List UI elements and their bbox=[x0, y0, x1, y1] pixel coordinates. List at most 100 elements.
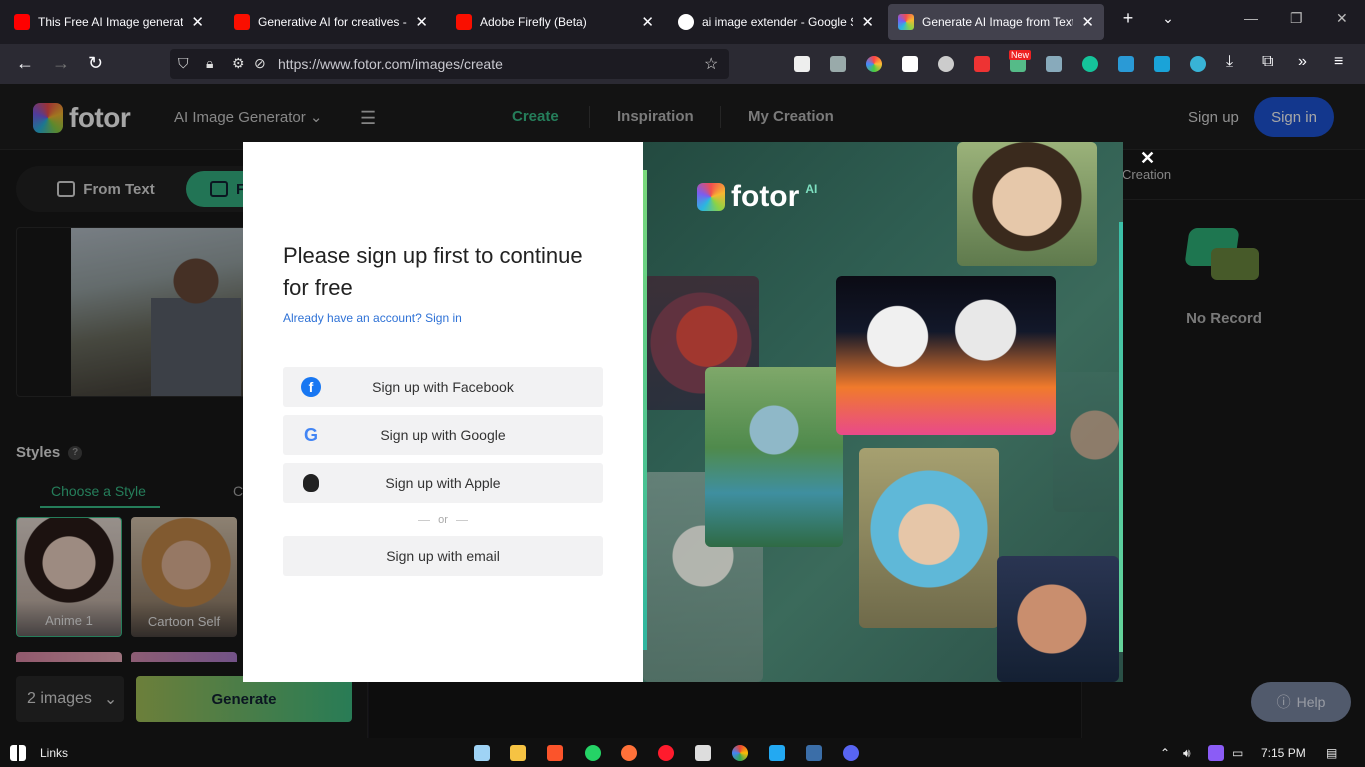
reader-off-icon[interactable]: ⊘ bbox=[254, 55, 266, 72]
neon-portrait-image bbox=[997, 556, 1119, 682]
extension-dice-icon[interactable] bbox=[1046, 56, 1062, 72]
app-icon[interactable] bbox=[806, 745, 822, 761]
close-tab-icon[interactable]: ✕ bbox=[415, 13, 428, 31]
close-tab-icon[interactable]: ✕ bbox=[1081, 13, 1094, 31]
signup-modal: Please sign up first to continue for fre… bbox=[243, 142, 1123, 682]
shield-icon[interactable]: ⛉ bbox=[178, 55, 189, 72]
tab-list-chevron-icon[interactable]: ⌄ bbox=[1154, 10, 1182, 27]
hamburger-menu-icon[interactable]: ≡ bbox=[1334, 53, 1343, 71]
sign-in-link[interactable]: Already have an account? Sign in bbox=[283, 311, 462, 325]
button-label: Sign up with Facebook bbox=[372, 379, 514, 395]
close-tab-icon[interactable]: ✕ bbox=[641, 13, 654, 31]
opera-icon[interactable] bbox=[658, 745, 674, 761]
permissions-icon[interactable]: ⚙ bbox=[232, 55, 245, 72]
vscode-icon[interactable] bbox=[769, 745, 785, 761]
blue-hair-portrait-image bbox=[859, 448, 999, 628]
google-icon: G bbox=[303, 424, 318, 445]
grammarly-icon[interactable] bbox=[1082, 56, 1098, 72]
tab-title: Generative AI for creatives - Ad bbox=[258, 15, 407, 29]
signup-form: Please sign up first to continue for fre… bbox=[243, 142, 643, 682]
network-icon[interactable]: ▭ bbox=[1232, 746, 1243, 760]
tab-title: ai image extender - Google Se bbox=[702, 15, 854, 29]
chrome-icon[interactable] bbox=[732, 745, 748, 761]
promo-logo-text: fotor bbox=[731, 180, 800, 213]
button-label: Sign up with Google bbox=[380, 427, 506, 443]
google-favicon-icon bbox=[678, 14, 694, 30]
whatsapp-icon[interactable] bbox=[585, 745, 601, 761]
or-text: or bbox=[438, 514, 448, 526]
facebook-icon: f bbox=[301, 377, 321, 397]
astronauts-flowers-image bbox=[836, 276, 1056, 435]
ai-badge: AI bbox=[805, 182, 818, 196]
goddess-portrait-image bbox=[957, 142, 1097, 266]
bookmark-star-icon[interactable]: ☆ bbox=[704, 54, 718, 74]
close-window-icon[interactable]: ✕ bbox=[1336, 10, 1348, 27]
restore-icon[interactable]: ❐ bbox=[1290, 10, 1303, 27]
garden-landscape-image bbox=[705, 367, 843, 547]
notepad-icon[interactable] bbox=[474, 745, 490, 761]
browser-tab-2[interactable]: Generative AI for creatives - Ad ✕ bbox=[224, 4, 438, 40]
windows-start-icon[interactable] bbox=[10, 745, 26, 761]
overflow-chevron-icon[interactable]: » bbox=[1298, 53, 1307, 71]
fotor-logo-icon bbox=[697, 183, 725, 211]
brave-icon[interactable] bbox=[547, 745, 563, 761]
url-text: https://www.fotor.com/images/create bbox=[278, 56, 503, 72]
new-tab-icon[interactable]: + bbox=[1114, 8, 1142, 29]
download-icon[interactable]: ⤓ bbox=[1226, 53, 1233, 71]
extension-notes-icon[interactable] bbox=[794, 56, 810, 72]
adobe-favicon-icon bbox=[456, 14, 472, 30]
fotor-favicon-icon bbox=[898, 14, 914, 30]
snipping-tool-icon[interactable] bbox=[695, 745, 711, 761]
extension-color-icon[interactable] bbox=[866, 56, 882, 72]
close-tab-icon[interactable]: ✕ bbox=[861, 13, 874, 31]
lock-icon[interactable]: 🔒︎ bbox=[206, 55, 213, 72]
back-arrow-icon[interactable]: ← bbox=[16, 53, 34, 74]
close-tab-icon[interactable]: ✕ bbox=[191, 13, 204, 31]
extension-send-icon[interactable] bbox=[1154, 56, 1170, 72]
firefox-icon[interactable] bbox=[621, 745, 637, 761]
accent-bar bbox=[643, 170, 647, 650]
tray-chevron-icon[interactable]: ⌃ bbox=[1160, 746, 1170, 760]
tab-title: Adobe Firefly (Beta) bbox=[480, 15, 587, 29]
extension-pen-icon[interactable] bbox=[830, 56, 846, 72]
clock-time[interactable]: 7:15 PM bbox=[1261, 746, 1306, 760]
tab-title: Generate AI Image from Text O bbox=[922, 15, 1074, 29]
forward-arrow-icon[interactable]: → bbox=[52, 53, 70, 74]
extension-t-icon[interactable] bbox=[902, 56, 918, 72]
button-label: Sign up with Apple bbox=[385, 475, 501, 491]
browser-navbar: ← → ↻ ⛉ 🔒︎ ⚙ ⊘ https://www.fotor.com/ima… bbox=[0, 44, 1365, 84]
browser-tab-5-active[interactable]: Generate AI Image from Text O ✕ bbox=[888, 4, 1104, 40]
browser-tab-4[interactable]: ai image extender - Google Se ✕ bbox=[668, 4, 884, 40]
apple-signup-button[interactable]: Sign up with Apple bbox=[283, 463, 603, 503]
notifications-icon[interactable]: ▤ bbox=[1326, 746, 1337, 760]
extensions-puzzle-icon[interactable]: ⧉ bbox=[1262, 53, 1273, 71]
browser-tab-strip: This Free AI Image generator w ✕ Generat… bbox=[0, 0, 1365, 44]
youtube-favicon-icon bbox=[14, 14, 30, 30]
pen-tray-icon[interactable] bbox=[1208, 745, 1224, 761]
reload-icon[interactable]: ↻ bbox=[88, 53, 103, 74]
google-signup-button[interactable]: G Sign up with Google bbox=[283, 415, 603, 455]
extension-globe-icon[interactable] bbox=[938, 56, 954, 72]
browser-tab-3[interactable]: Adobe Firefly (Beta) ✕ bbox=[446, 4, 664, 40]
fotor-ai-logo: fotor AI bbox=[697, 180, 817, 214]
or-divider: or bbox=[283, 514, 603, 526]
apple-icon bbox=[303, 474, 319, 492]
file-explorer-icon[interactable] bbox=[510, 745, 526, 761]
volume-icon[interactable]: 🔊︎ bbox=[1183, 746, 1191, 761]
url-bar[interactable]: ⛉ 🔒︎ ⚙ ⊘ https://www.fotor.com/images/cr… bbox=[170, 49, 729, 79]
promo-collage: fotor AI bbox=[643, 142, 1123, 682]
modal-heading: Please sign up first to continue for fre… bbox=[283, 243, 583, 300]
extension-square-icon[interactable] bbox=[1118, 56, 1134, 72]
links-toolbar[interactable]: Links bbox=[40, 746, 68, 760]
facebook-signup-button[interactable]: f Sign up with Facebook bbox=[283, 367, 603, 407]
tab-title: This Free AI Image generator w bbox=[38, 15, 184, 29]
close-modal-icon[interactable]: ✕ bbox=[1140, 148, 1155, 169]
minimize-icon[interactable]: — bbox=[1244, 10, 1258, 26]
email-signup-button[interactable]: Sign up with email bbox=[283, 536, 603, 576]
react-devtools-icon[interactable] bbox=[1190, 56, 1206, 72]
discord-icon[interactable] bbox=[843, 745, 859, 761]
accent-bar bbox=[1119, 222, 1123, 652]
new-badge: New bbox=[1009, 50, 1032, 60]
browser-tab-1[interactable]: This Free AI Image generator w ✕ bbox=[4, 4, 214, 40]
extension-lock-icon[interactable] bbox=[974, 56, 990, 72]
